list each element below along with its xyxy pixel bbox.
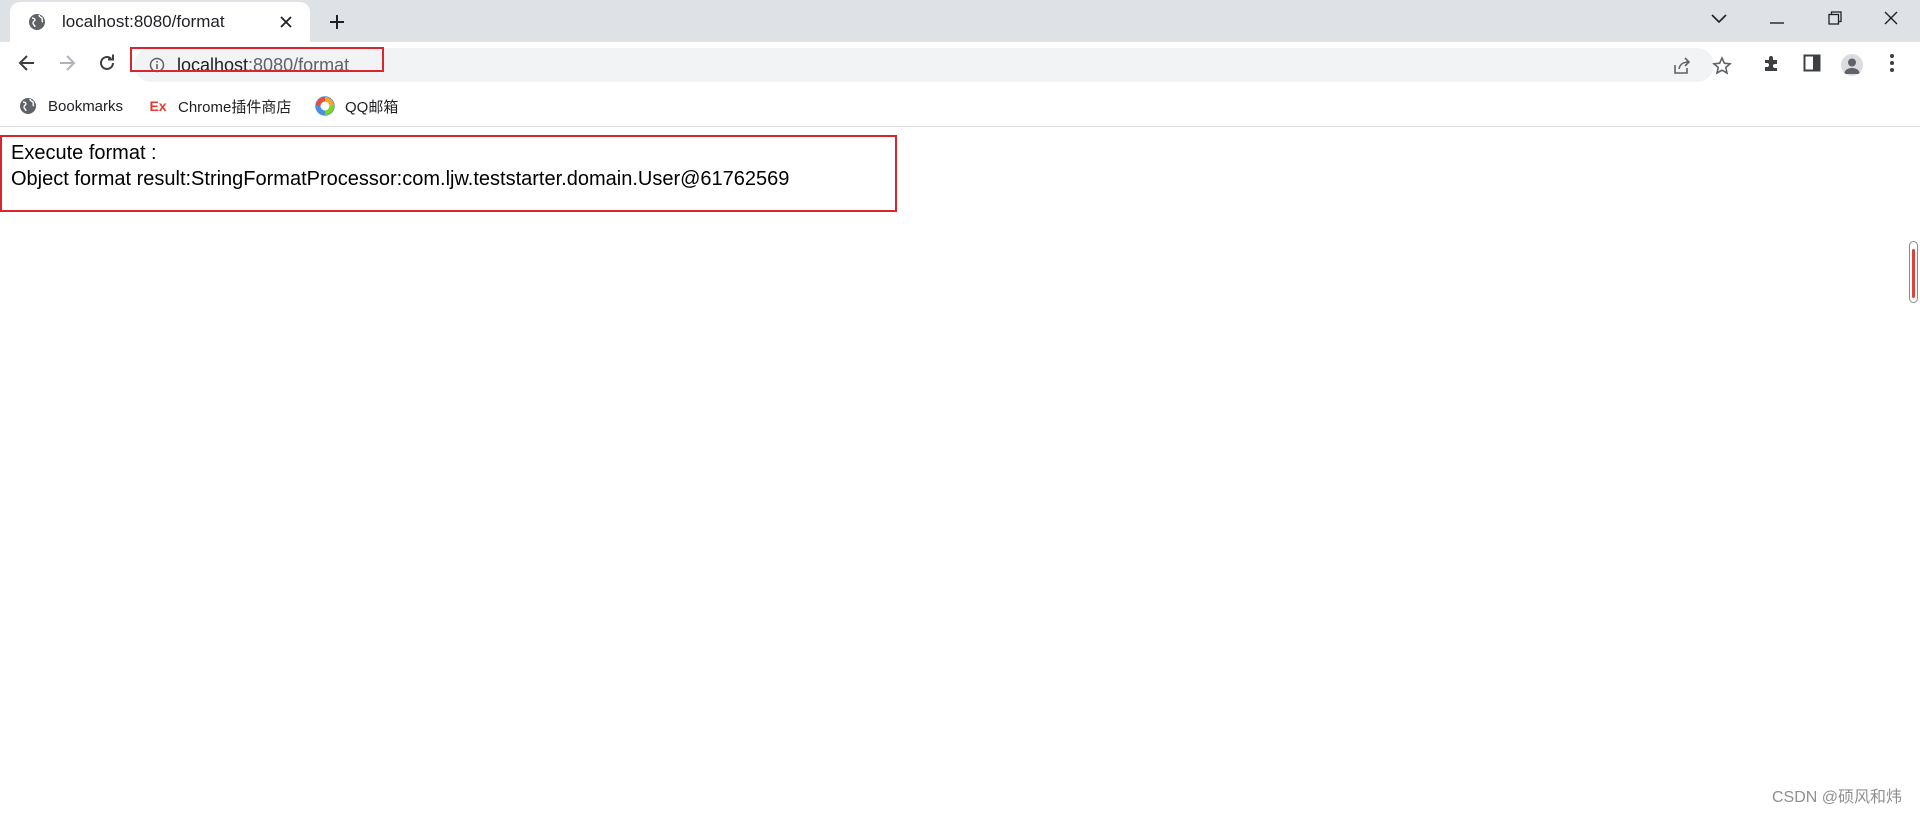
chevron-down-icon bbox=[1711, 11, 1727, 29]
bookmark-item-chrome-store[interactable]: Ex Chrome插件商店 bbox=[148, 94, 291, 118]
kebab-menu-icon bbox=[1889, 53, 1895, 78]
globe-icon bbox=[18, 96, 38, 116]
page-output-box: Execute format : Object format result:St… bbox=[0, 135, 897, 212]
restore-icon bbox=[1828, 10, 1842, 30]
output-line-1: Execute format : bbox=[11, 142, 157, 164]
restore-button[interactable] bbox=[1806, 0, 1864, 40]
share-icon[interactable] bbox=[1669, 54, 1697, 78]
window-close-button[interactable] bbox=[1862, 0, 1920, 40]
bookmark-label: Chrome插件商店 bbox=[178, 98, 292, 116]
profile-icon bbox=[1841, 54, 1863, 76]
puzzle-icon bbox=[1762, 53, 1782, 78]
profile-button[interactable] bbox=[1836, 49, 1868, 81]
bookmarks-bar: Bookmarks Ex Chrome插件商店 QQ邮箱 bbox=[0, 86, 1920, 127]
scroll-indicator-fill bbox=[1912, 249, 1915, 298]
tab-active[interactable]: localhost:8080/format bbox=[10, 2, 310, 42]
bookmark-label: Bookmarks bbox=[48, 97, 124, 115]
reload-icon bbox=[98, 54, 116, 77]
globe-icon bbox=[26, 11, 48, 33]
back-button[interactable] bbox=[11, 49, 43, 81]
minimize-icon bbox=[1770, 11, 1784, 29]
arrow-left-icon bbox=[18, 54, 36, 77]
scroll-indicator[interactable] bbox=[1909, 241, 1918, 303]
tab-title: localhost:8080/format bbox=[62, 12, 225, 31]
new-tab-button[interactable] bbox=[322, 9, 352, 35]
output-line-2: Object format result:StringFormatProcess… bbox=[11, 168, 790, 190]
ex-logo: Ex bbox=[149, 98, 167, 114]
tab-strip: localhost:8080/format bbox=[0, 0, 1920, 42]
extensions-button[interactable] bbox=[1756, 49, 1788, 81]
browser-toolbar: localhost:8080/format bbox=[0, 42, 1920, 86]
url-highlight-box bbox=[130, 47, 384, 72]
reload-button[interactable] bbox=[91, 49, 123, 81]
close-icon[interactable] bbox=[274, 10, 298, 34]
bookmark-label: QQ邮箱 bbox=[345, 98, 399, 116]
close-icon bbox=[1884, 11, 1898, 30]
tab-search-button[interactable] bbox=[1690, 0, 1748, 40]
arrow-right-icon bbox=[58, 54, 76, 77]
side-panel-button[interactable] bbox=[1796, 49, 1828, 81]
qq-mail-icon bbox=[315, 96, 335, 116]
minimize-button[interactable] bbox=[1748, 0, 1806, 40]
forward-button[interactable] bbox=[51, 49, 83, 81]
menu-button[interactable] bbox=[1876, 49, 1908, 81]
watermark: CSDN @硕风和炜 bbox=[1771, 789, 1902, 806]
side-panel-icon bbox=[1803, 54, 1821, 77]
bookmark-item-bookmarks[interactable]: Bookmarks bbox=[18, 94, 123, 118]
bookmark-item-qq-mail[interactable]: QQ邮箱 bbox=[315, 94, 398, 118]
star-icon[interactable] bbox=[1708, 54, 1736, 78]
